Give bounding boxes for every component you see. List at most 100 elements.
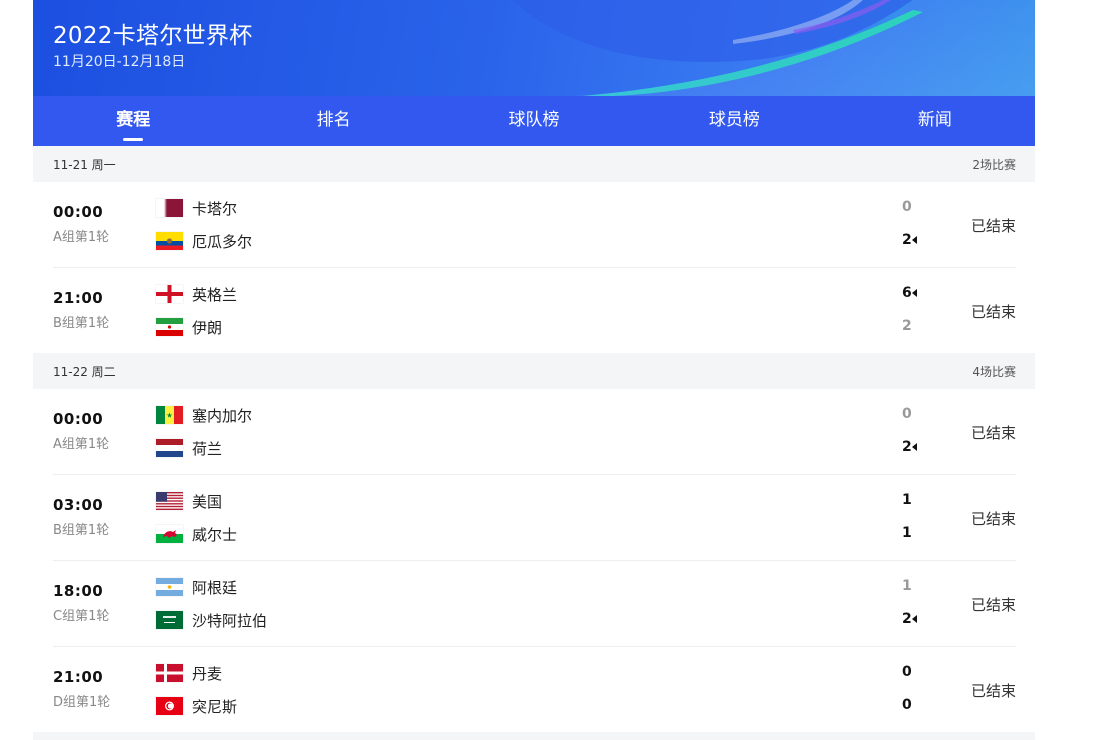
home-score: 1 <box>902 492 912 508</box>
match-status: 已结束 <box>970 596 1016 614</box>
iran-flag-icon <box>156 318 183 336</box>
day-date: 11-21 周一 <box>53 157 116 172</box>
tab-label: 赛程 <box>116 110 151 130</box>
usa-flag-icon <box>156 492 183 510</box>
away-team: 厄瓜多尔 <box>156 231 252 251</box>
match-group: B组第1轮 <box>53 523 110 538</box>
home-team: 阿根廷 <box>156 577 237 597</box>
match-row[interactable]: 03:00 B组第1轮 美国 威尔士 1 1 已结束 <box>53 475 1016 561</box>
winner-arrow-icon <box>912 443 917 451</box>
team-name: 厄瓜多尔 <box>192 232 253 251</box>
team-name: 沙特阿拉伯 <box>192 611 268 630</box>
match-time: 00:00 <box>53 203 104 221</box>
team-name: 荷兰 <box>192 439 223 458</box>
team-name: 丹麦 <box>192 664 223 683</box>
away-team: 沙特阿拉伯 <box>156 610 267 630</box>
match-group: B组第1轮 <box>53 316 110 331</box>
netherlands-flag-icon <box>156 439 183 457</box>
away-score: 2 <box>902 437 922 457</box>
match-time: 00:00 <box>53 410 104 428</box>
match-status: 已结束 <box>970 424 1016 442</box>
match-row[interactable]: 00:00 A组第1轮 塞内加尔 荷兰 0 2 已结束 <box>53 389 1016 475</box>
match-group: A组第1轮 <box>53 437 110 452</box>
team-name: 美国 <box>192 492 223 511</box>
team-name: 威尔士 <box>192 525 238 544</box>
team-name: 阿根廷 <box>192 578 238 597</box>
tab-player-rankings[interactable]: 球员榜 <box>634 96 834 146</box>
tab-bar: 赛程 排名 球队榜 球员榜 新闻 <box>33 96 1035 146</box>
team-name: 塞内加尔 <box>192 406 253 425</box>
match-group: D组第1轮 <box>53 695 111 710</box>
home-score: 0 <box>902 406 912 422</box>
score-value: 2 <box>902 439 912 455</box>
page-title: 2022卡塔尔世界杯 <box>53 23 253 49</box>
away-team: 威尔士 <box>156 524 237 544</box>
away-score: 2 <box>902 230 922 250</box>
score-value: 2 <box>902 611 912 627</box>
match-group: C组第1轮 <box>53 609 110 624</box>
tab-label: 球队榜 <box>508 110 560 130</box>
home-team: 塞内加尔 <box>156 405 252 425</box>
match-row[interactable]: 21:00 B组第1轮 英格兰 伊朗 6 2 已结束 <box>53 268 1016 353</box>
team-name: 卡塔尔 <box>192 199 238 218</box>
tab-label: 新闻 <box>917 110 952 130</box>
match-status: 已结束 <box>970 682 1016 700</box>
match-row[interactable]: 00:00 A组第1轮 卡塔尔 厄瓜多尔 0 2 已结束 <box>53 182 1016 268</box>
match-status: 已结束 <box>970 303 1016 321</box>
day-header: 11-22 周二 4场比赛 <box>33 353 1035 389</box>
tournament-dates: 11月20日-12月18日 <box>53 54 186 70</box>
qatar-flag-icon <box>156 199 183 217</box>
match-time: 21:00 <box>53 289 104 307</box>
header-banner: 2022卡塔尔世界杯 11月20日-12月18日 <box>33 0 1035 96</box>
home-score: 6 <box>902 283 922 303</box>
match-status: 已结束 <box>970 510 1016 528</box>
away-team: 突尼斯 <box>156 696 237 716</box>
home-team: 英格兰 <box>156 284 237 304</box>
away-score: 2 <box>902 609 922 629</box>
denmark-flag-icon <box>156 664 183 682</box>
home-team: 卡塔尔 <box>156 198 237 218</box>
team-name: 伊朗 <box>192 318 223 337</box>
match-time: 21:00 <box>53 668 104 686</box>
match-time: 18:00 <box>53 582 104 600</box>
team-name: 英格兰 <box>192 285 238 304</box>
ecuador-flag-icon <box>156 232 183 250</box>
next-day-header <box>33 732 1035 740</box>
active-tab-indicator <box>123 138 144 141</box>
england-flag-icon <box>156 285 183 303</box>
home-team: 美国 <box>156 491 222 511</box>
match-status: 已结束 <box>970 217 1016 235</box>
away-score: 2 <box>902 318 912 334</box>
away-score: 0 <box>902 697 912 713</box>
match-count: 2场比赛 <box>972 157 1016 172</box>
tunisia-flag-icon <box>156 697 183 715</box>
day-header: 11-21 周一 2场比赛 <box>33 146 1035 182</box>
tab-news[interactable]: 新闻 <box>835 96 1035 146</box>
senegal-flag-icon <box>156 406 183 424</box>
match-row[interactable]: 21:00 D组第1轮 丹麦 突尼斯 0 0 已结束 <box>53 647 1016 732</box>
schedule-panel: 2022卡塔尔世界杯 11月20日-12月18日 赛程 排名 球队榜 球员榜 新… <box>33 0 1035 740</box>
match-group: A组第1轮 <box>53 230 110 245</box>
away-team: 伊朗 <box>156 317 222 337</box>
winner-arrow-icon <box>912 615 917 623</box>
team-name: 突尼斯 <box>192 697 238 716</box>
home-score: 1 <box>902 578 912 594</box>
winner-arrow-icon <box>912 236 917 244</box>
home-team: 丹麦 <box>156 663 222 683</box>
score-value: 2 <box>902 232 912 248</box>
tab-schedule[interactable]: 赛程 <box>33 96 233 146</box>
tab-standings[interactable]: 排名 <box>233 96 433 146</box>
home-score: 0 <box>902 199 912 215</box>
saudi-arabia-flag-icon <box>156 611 183 629</box>
argentina-flag-icon <box>156 578 183 596</box>
match-time: 03:00 <box>53 496 104 514</box>
score-value: 6 <box>902 285 912 301</box>
tab-team-rankings[interactable]: 球队榜 <box>434 96 634 146</box>
match-count: 4场比赛 <box>972 364 1016 379</box>
tab-label: 球员榜 <box>708 110 760 130</box>
home-score: 0 <box>902 664 912 680</box>
match-row[interactable]: 18:00 C组第1轮 阿根廷 沙特阿拉伯 1 2 已结束 <box>53 561 1016 647</box>
tab-label: 排名 <box>316 110 351 130</box>
away-team: 荷兰 <box>156 438 222 458</box>
day-date: 11-22 周二 <box>53 364 116 379</box>
